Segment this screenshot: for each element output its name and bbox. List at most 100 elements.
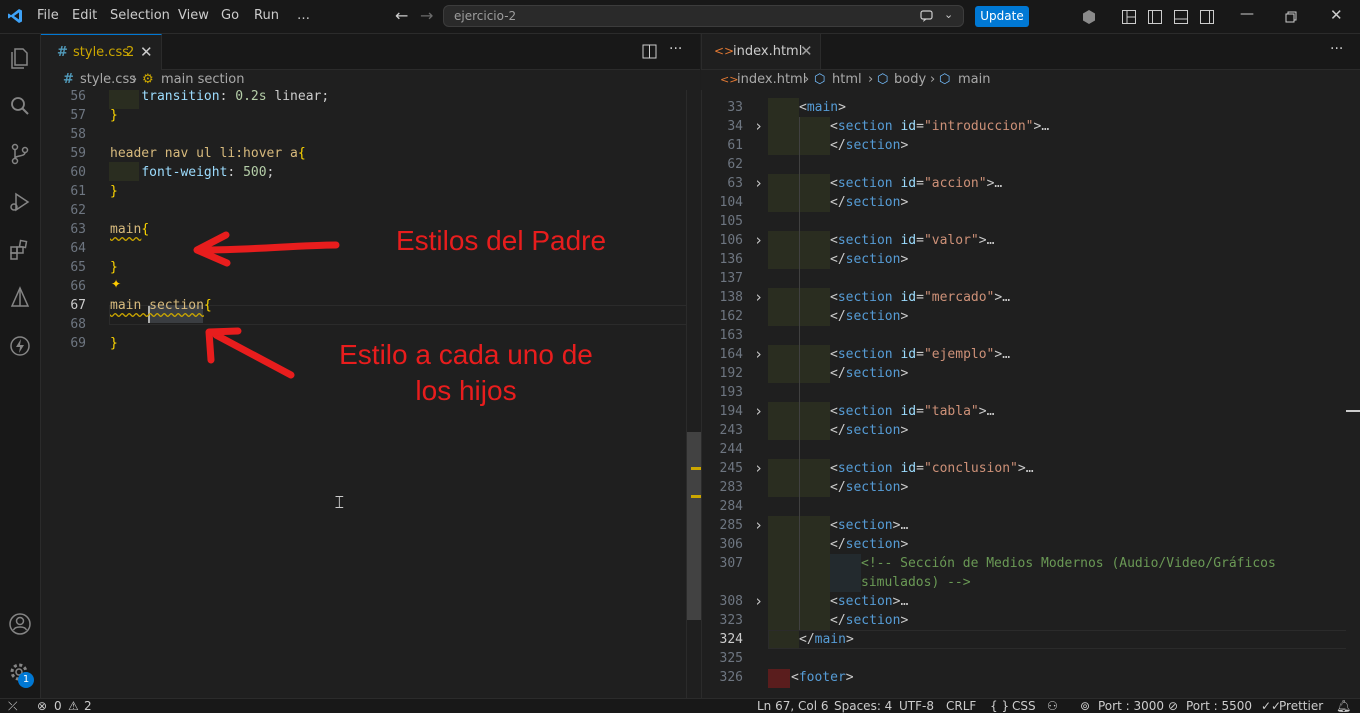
close-tab-icon[interactable]: ✕ [800,42,813,60]
left-scrollbar[interactable] [686,90,701,698]
code-text: transition: 0.2s linear; [141,90,330,104]
toggle-panel-icon[interactable] [1173,9,1189,25]
error-count[interactable]: 0 [54,699,62,713]
fold-chevron-icon[interactable]: › [754,117,763,136]
remote-explorer-icon[interactable] [6,284,34,312]
more-actions-icon[interactable]: ··· [1330,41,1343,57]
split-editor-icon[interactable] [642,44,657,59]
update-button[interactable]: Update [975,6,1029,27]
scrollbar-thumb[interactable] [687,432,701,620]
port-3000[interactable]: Port : 3000 [1098,699,1164,713]
menu-run[interactable]: Run [254,8,279,23]
bell-icon[interactable]: 🔔︎ [1336,699,1351,713]
port-5500[interactable]: Port : 5500 [1186,699,1252,713]
fold-chevron-icon[interactable]: › [754,402,763,421]
minimize-icon[interactable]: — [1240,6,1254,22]
breadcrumb-symbol[interactable]: main section [161,72,244,87]
tab-style-css[interactable]: # style.css 2 ✕ [41,34,162,70]
code-line: 68 [41,315,686,334]
command-center-search[interactable]: ejercicio-2 ⌄ [443,5,964,27]
breadcrumb-html[interactable]: html [832,72,862,87]
line-number: 62 [727,157,743,172]
cursor-position[interactable]: Ln 67, Col 6 [757,699,829,713]
line-number: 56 [70,90,86,104]
line-number: 138 [719,290,743,305]
back-arrow-icon[interactable]: ← [395,6,408,25]
breadcrumb-file[interactable]: style.css [80,72,136,87]
toggle-sidebar-icon[interactable] [1147,9,1163,25]
remote-indicator-icon[interactable]: ⤫ [8,699,18,713]
code-line: 308 › <section>… [702,592,1347,611]
prettier-status[interactable]: Prettier [1279,699,1323,713]
code-text: <section id="ejemplo">… [830,347,1011,362]
close-window-icon[interactable]: ✕ [1330,6,1343,24]
tab-index-html[interactable]: <> index.html ✕ [702,34,821,69]
code-text: <section id="tabla">… [830,404,995,419]
search-icon[interactable] [6,92,34,120]
code-line: 324 </main> [702,630,1347,649]
line-number: 326 [719,670,743,685]
indentation[interactable]: Spaces: 4 [834,699,892,713]
explorer-icon[interactable] [6,44,34,72]
html-editor[interactable]: 33 <main> 34 › <section id="introduccion">… 6… [701,90,1347,698]
menu-view[interactable]: View [178,8,209,23]
copilot-icon[interactable] [1081,9,1097,25]
menu-go[interactable]: Go [221,8,239,23]
menu-edit[interactable]: Edit [72,8,97,23]
copilot-chat-icon[interactable] [919,9,935,23]
restore-icon[interactable] [1285,11,1297,23]
css-editor[interactable]: ✦ 56 transition: 0.2s linear; 57} 58 59 head… [41,90,686,698]
warning-count[interactable]: 2 [84,699,92,713]
mouse-ibeam-cursor: 𝙸 [333,492,346,513]
warning-icon[interactable]: ⚠ [68,699,79,713]
language-mode[interactable]: CSS [1012,699,1036,713]
line-number: 324 [719,632,743,647]
menu-selection[interactable]: Selection [110,8,170,23]
lightning-icon[interactable] [6,332,34,360]
close-tab-icon[interactable]: ✕ [140,43,153,61]
fold-chevron-icon[interactable]: › [754,231,763,250]
customize-layout-icon[interactable] [1121,9,1137,25]
forward-arrow-icon[interactable]: → [420,6,433,25]
code-text: } [110,184,118,199]
code-text: </section> [830,195,909,210]
code-text: <section>… [830,594,909,609]
source-control-icon[interactable] [6,140,34,168]
code-line: 104 </section> [702,193,1347,212]
error-icon[interactable]: ⊗ [37,699,47,713]
breadcrumb-file[interactable]: index.html [737,72,806,87]
fold-chevron-icon[interactable]: › [754,345,763,364]
breadcrumb-body[interactable]: body [894,72,926,87]
menu-more[interactable]: … [297,8,310,23]
more-actions-icon[interactable]: ··· [669,41,682,57]
extensions-icon[interactable] [6,236,34,264]
run-debug-icon[interactable] [6,188,34,216]
braces-icon: { } [990,699,1010,713]
fold-chevron-icon[interactable]: › [754,592,763,611]
right-scrollbar[interactable] [1346,90,1360,698]
code-text: <section id="conclusion">… [830,461,1034,476]
breadcrumb-main[interactable]: main [958,72,990,87]
code-text: </section> [830,537,909,552]
fold-chevron-icon[interactable]: › [754,516,763,535]
code-text: } [110,108,118,123]
line-ending[interactable]: CRLF [946,699,976,713]
css-file-icon: # [57,45,68,60]
fold-chevron-icon[interactable]: › [754,288,763,307]
accounts-icon[interactable] [6,610,34,638]
encoding[interactable]: UTF-8 [899,699,934,713]
code-text: <section id="valor">… [830,233,995,248]
menu-file[interactable]: File [37,8,59,23]
line-number: 67 [70,298,86,313]
line-number: 136 [719,252,743,267]
notification-badge: 1 [18,672,34,688]
line-number: 69 [70,336,86,351]
toggle-secondary-sidebar-icon[interactable] [1199,9,1215,25]
element-icon: ⬡ [814,72,826,87]
fold-chevron-icon[interactable]: › [754,459,763,478]
line-number: 58 [70,127,86,142]
chevron-down-icon[interactable]: ⌄ [944,8,953,21]
copilot-status-icon[interactable]: ⚇ [1047,699,1058,713]
line-number: 306 [719,537,743,552]
fold-chevron-icon[interactable]: › [754,174,763,193]
